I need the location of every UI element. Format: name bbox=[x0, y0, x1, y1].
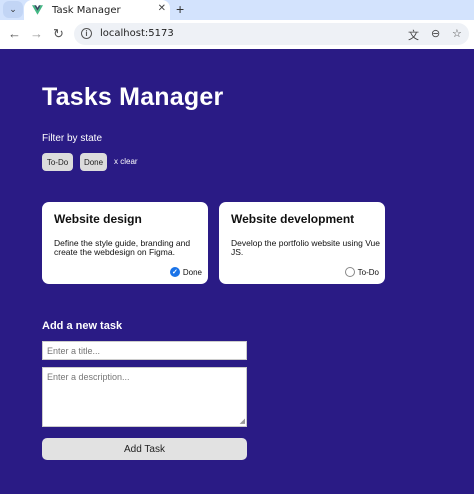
browser-toolbar: ← → ↻ i localhost:5173 文 ⊖ ☆ bbox=[0, 20, 474, 49]
task-title: Website design bbox=[54, 212, 142, 226]
back-arrow-icon[interactable]: ← bbox=[8, 27, 21, 41]
site-info-icon[interactable]: i bbox=[81, 28, 92, 39]
browser-tabstrip: ⌄ Task Manager ✕ + bbox=[0, 0, 474, 20]
forward-arrow-icon[interactable]: → bbox=[30, 27, 43, 41]
task-state-toggle[interactable]: To-Do bbox=[344, 267, 379, 277]
bookmark-star-icon[interactable]: ☆ bbox=[452, 27, 462, 40]
checkmark-icon: ✓ bbox=[169, 267, 180, 277]
task-description: Develop the portfolio website using Vue … bbox=[231, 238, 380, 257]
task-description: Define the style guide, branding and cre… bbox=[54, 238, 191, 257]
close-icon[interactable]: ✕ bbox=[158, 3, 166, 14]
translate-icon[interactable]: 文 bbox=[408, 27, 419, 43]
tab-title: Task Manager bbox=[52, 4, 121, 16]
add-task-heading: Add a new task bbox=[42, 320, 123, 332]
browser-tab[interactable]: Task Manager ✕ bbox=[24, 0, 170, 20]
plus-icon[interactable]: + bbox=[176, 1, 184, 17]
task-description-input[interactable]: Enter a description... ◢ bbox=[42, 367, 247, 427]
task-title: Website development bbox=[231, 212, 355, 226]
filter-label: Filter by state bbox=[42, 133, 103, 144]
task-card: Website development Develop the portfoli… bbox=[219, 202, 385, 284]
task-description-placeholder: Enter a description... bbox=[47, 372, 130, 382]
task-state-label: Done bbox=[182, 267, 202, 277]
empty-circle-icon bbox=[344, 267, 355, 277]
filter-done-button[interactable]: Done bbox=[80, 153, 107, 171]
reload-icon[interactable]: ↻ bbox=[53, 27, 64, 41]
page-title: Tasks Manager bbox=[42, 83, 224, 111]
app-page: Tasks Manager Filter by state To-Do Done… bbox=[0, 49, 474, 494]
filter-todo-button[interactable]: To-Do bbox=[42, 153, 73, 171]
task-title-input[interactable] bbox=[42, 341, 247, 360]
url-text[interactable]: localhost:5173 bbox=[100, 28, 174, 39]
resize-handle-icon[interactable]: ◢ bbox=[240, 418, 245, 425]
chevron-down-icon: ⌄ bbox=[9, 4, 17, 14]
tab-search-button[interactable]: ⌄ bbox=[3, 1, 23, 18]
task-state-toggle[interactable]: ✓ Done bbox=[169, 267, 202, 277]
zoom-icon[interactable]: ⊖ bbox=[431, 27, 440, 40]
address-bar[interactable]: i localhost:5173 文 ⊖ ☆ bbox=[74, 23, 469, 45]
add-task-button[interactable]: Add Task bbox=[42, 438, 247, 460]
clear-filter-link[interactable]: x clear bbox=[114, 157, 138, 166]
task-card: Website design Define the style guide, b… bbox=[42, 202, 208, 284]
task-state-label: To-Do bbox=[357, 267, 379, 277]
vue-logo-icon bbox=[32, 5, 43, 15]
